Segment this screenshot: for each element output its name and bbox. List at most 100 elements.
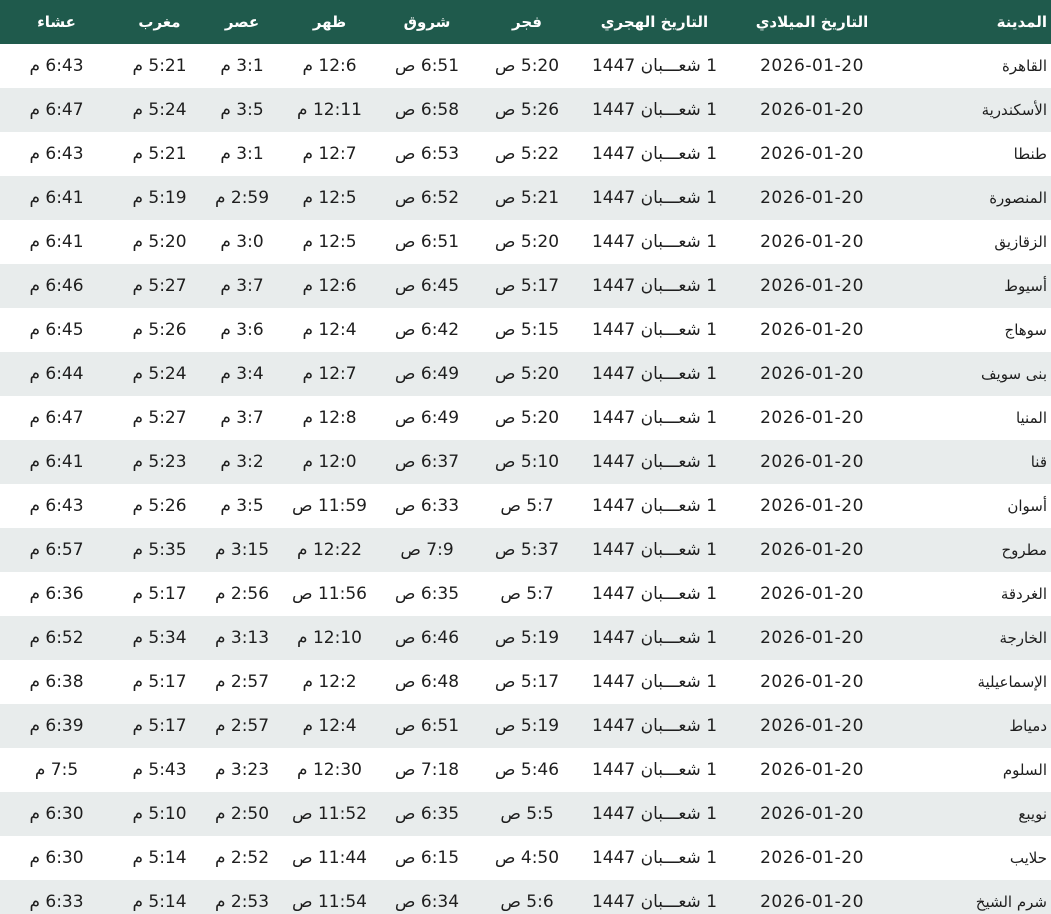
table-body: القاهرة 2026-01-20 1 شعـــبان 1447 5:20 ص 6:… — [0, 44, 1051, 914]
city-cell: الإسماعيلية — [977, 673, 1047, 691]
hijri-date-cell: 1 شعـــبان 1447 — [591, 716, 718, 736]
dhuhr-time-cell: 12:10 م — [297, 628, 362, 648]
asr-time-cell: 3:1 م — [220, 56, 264, 76]
asr-time-cell: 3:2 م — [220, 452, 264, 472]
gregorian-date-cell: 2026-01-20 — [760, 540, 864, 560]
table-row: القاهرة 2026-01-20 1 شعـــبان 1447 5:20 ص 6:… — [0, 44, 1051, 88]
city-cell: أسوان — [1007, 497, 1047, 515]
fajr-time-cell: 5:20 ص — [494, 56, 560, 76]
fajr-time-cell: 5:37 ص — [494, 540, 560, 560]
isha-time-cell: 6:47 م — [29, 100, 84, 120]
dhuhr-time-cell: 12:30 م — [297, 760, 362, 780]
isha-time-cell: 6:41 م — [29, 188, 84, 208]
city-cell: مطروح — [1001, 541, 1047, 559]
table-row: أسوان 2026-01-20 1 شعـــبان 1447 5:7 ص 6:33 … — [0, 484, 1051, 528]
dhuhr-time-cell: 12:5 م — [302, 188, 357, 208]
hijri-date-cell: 1 شعـــبان 1447 — [591, 408, 718, 428]
hijri-date-cell: 1 شعـــبان 1447 — [591, 144, 718, 164]
city-cell: شرم الشيخ — [975, 893, 1047, 911]
isha-time-cell: 6:39 م — [29, 716, 84, 736]
table-row: سوهاج 2026-01-20 1 شعـــبان 1447 5:15 ص 6:42… — [0, 308, 1051, 352]
table-row: مطروح 2026-01-20 1 شعـــبان 1447 5:37 ص 7:9 … — [0, 528, 1051, 572]
sunrise-time-cell: 6:15 ص — [394, 848, 460, 868]
fajr-time-cell: 5:17 ص — [494, 672, 560, 692]
isha-time-cell: 6:30 م — [29, 804, 84, 824]
header-maghrib: مغرب — [138, 13, 181, 31]
dhuhr-time-cell: 11:44 ص — [292, 848, 367, 868]
isha-time-cell: 6:41 م — [29, 452, 84, 472]
gregorian-date-cell: 2026-01-20 — [760, 188, 864, 208]
dhuhr-time-cell: 12:5 م — [302, 232, 357, 252]
city-cell: الأسكندرية — [981, 101, 1047, 119]
asr-time-cell: 3:6 م — [220, 320, 264, 340]
fajr-time-cell: 5:20 ص — [494, 408, 560, 428]
maghrib-time-cell: 5:26 م — [132, 496, 187, 516]
fajr-time-cell: 5:19 ص — [494, 628, 560, 648]
hijri-date-cell: 1 شعـــبان 1447 — [591, 672, 718, 692]
dhuhr-time-cell: 12:8 م — [302, 408, 357, 428]
hijri-date-cell: 1 شعـــبان 1447 — [591, 364, 718, 384]
maghrib-time-cell: 5:14 م — [132, 848, 187, 868]
header-sunrise: شروق — [403, 13, 451, 31]
maghrib-time-cell: 5:23 م — [132, 452, 187, 472]
fajr-time-cell: 5:6 ص — [500, 892, 554, 912]
sunrise-time-cell: 6:35 ص — [394, 804, 460, 824]
sunrise-time-cell: 6:51 ص — [394, 232, 460, 252]
city-cell: الخارجة — [999, 629, 1047, 647]
isha-time-cell: 6:45 م — [29, 320, 84, 340]
sunrise-time-cell: 6:52 ص — [394, 188, 460, 208]
sunrise-time-cell: 6:48 ص — [394, 672, 460, 692]
table-row: حلايب 2026-01-20 1 شعـــبان 1447 4:50 ص 6:15… — [0, 836, 1051, 880]
asr-time-cell: 2:57 م — [214, 672, 270, 692]
sunrise-time-cell: 6:34 ص — [394, 892, 460, 912]
table-row: بنى سويف 2026-01-20 1 شعـــبان 1447 5:20 ص 6… — [0, 352, 1051, 396]
isha-time-cell: 6:47 م — [29, 408, 84, 428]
maghrib-time-cell: 5:24 م — [132, 364, 187, 384]
table-row: الإسماعيلية 2026-01-20 1 شعـــبان 1447 5:17… — [0, 660, 1051, 704]
header-dhuhr: ظهر — [312, 13, 347, 31]
asr-time-cell: 3:5 م — [220, 496, 264, 516]
asr-time-cell: 3:0 م — [220, 232, 264, 252]
hijri-date-cell: 1 شعـــبان 1447 — [591, 584, 718, 604]
dhuhr-time-cell: 11:56 ص — [292, 584, 367, 604]
sunrise-time-cell: 6:49 ص — [394, 408, 460, 428]
fajr-time-cell: 5:20 ص — [494, 364, 560, 384]
dhuhr-time-cell: 12:11 م — [297, 100, 362, 120]
sunrise-time-cell: 6:35 ص — [394, 584, 460, 604]
gregorian-date-cell: 2026-01-20 — [760, 452, 864, 472]
isha-time-cell: 6:41 م — [29, 232, 84, 252]
maghrib-time-cell: 5:27 م — [132, 408, 187, 428]
isha-time-cell: 6:43 م — [29, 144, 84, 164]
maghrib-time-cell: 5:21 م — [132, 56, 187, 76]
asr-time-cell: 2:50 م — [214, 804, 270, 824]
city-cell: دمياط — [1009, 717, 1047, 735]
gregorian-date-cell: 2026-01-20 — [760, 56, 864, 76]
city-cell: بنى سويف — [981, 365, 1047, 383]
table-row: شرم الشيخ 2026-01-20 1 شعـــبان 1447 5:6 ص 6… — [0, 880, 1051, 914]
gregorian-date-cell: 2026-01-20 — [760, 320, 864, 340]
hijri-date-cell: 1 شعـــبان 1447 — [591, 496, 718, 516]
table-row: الزقازيق 2026-01-20 1 شعـــبان 1447 5:20 ص 6… — [0, 220, 1051, 264]
city-cell: المنيا — [1015, 409, 1047, 427]
fajr-time-cell: 5:10 ص — [494, 452, 560, 472]
maghrib-time-cell: 5:24 م — [132, 100, 187, 120]
fajr-time-cell: 5:19 ص — [494, 716, 560, 736]
table-row: الخارجة 2026-01-20 1 شعـــبان 1447 5:19 ص 6:… — [0, 616, 1051, 660]
isha-time-cell: 6:43 م — [29, 56, 84, 76]
gregorian-date-cell: 2026-01-20 — [760, 716, 864, 736]
city-cell: طنطا — [1013, 145, 1047, 163]
table-row: الغردقة 2026-01-20 1 شعـــبان 1447 5:7 ص 6:3… — [0, 572, 1051, 616]
prayer-times-table: المدينة التاريخ الميلادي التاريخ الهجري … — [0, 0, 1051, 914]
isha-time-cell: 6:44 م — [29, 364, 84, 384]
city-cell: أسيوط — [1004, 277, 1047, 295]
isha-time-cell: 6:38 م — [29, 672, 84, 692]
hijri-date-cell: 1 شعـــبان 1447 — [591, 540, 718, 560]
gregorian-date-cell: 2026-01-20 — [760, 672, 864, 692]
asr-time-cell: 2:53 م — [214, 892, 270, 912]
header-hijri-date: التاريخ الهجري — [600, 13, 709, 31]
table-header: المدينة التاريخ الميلادي التاريخ الهجري … — [0, 0, 1051, 44]
gregorian-date-cell: 2026-01-20 — [760, 892, 864, 912]
maghrib-time-cell: 5:17 م — [132, 672, 187, 692]
gregorian-date-cell: 2026-01-20 — [760, 496, 864, 516]
sunrise-time-cell: 6:49 ص — [394, 364, 460, 384]
